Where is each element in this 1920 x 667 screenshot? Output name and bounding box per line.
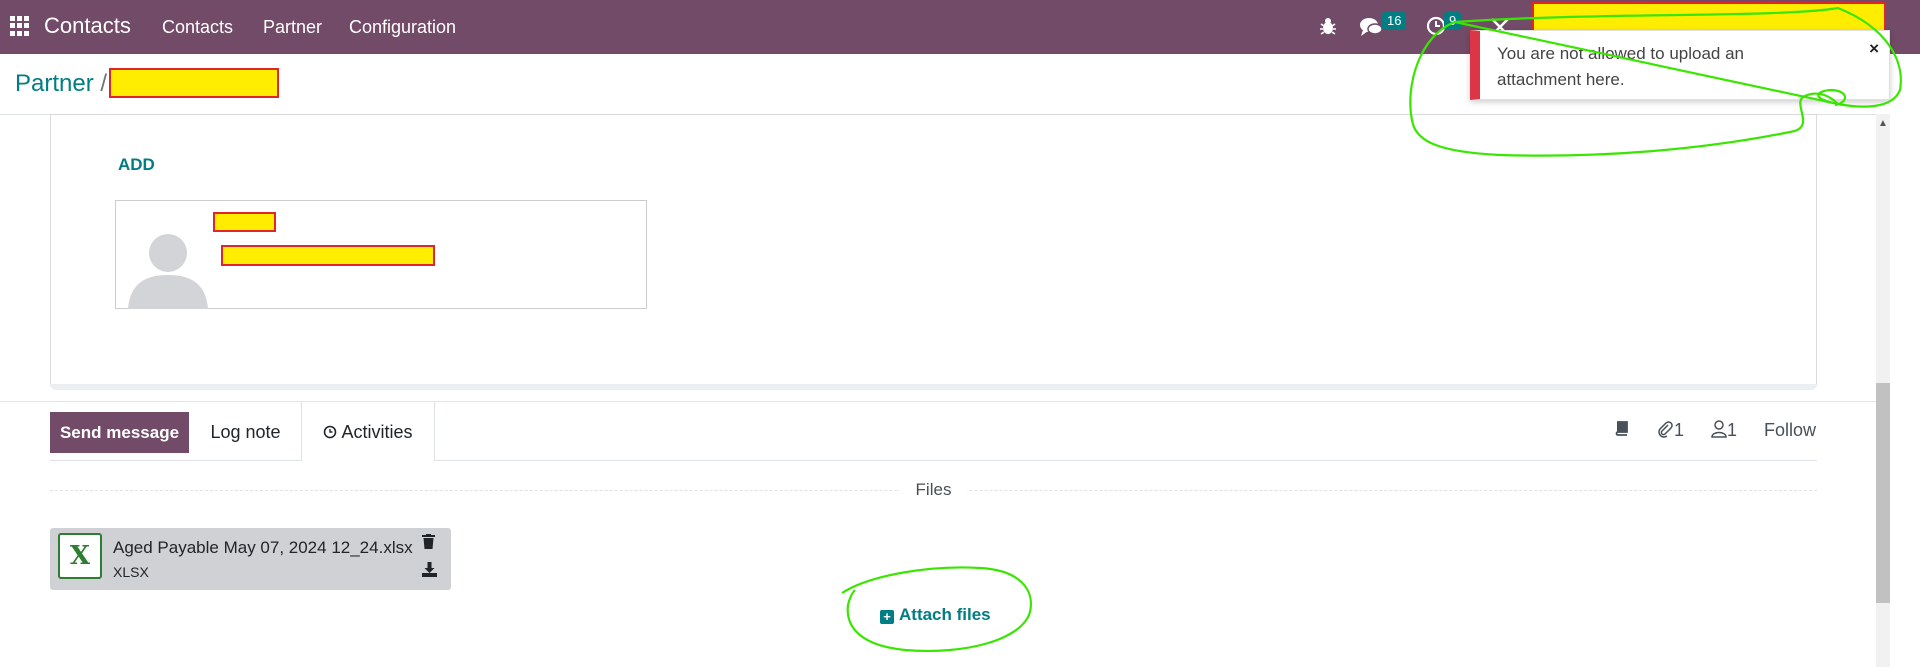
messages-count-badge: 16: [1382, 12, 1407, 30]
scroll-up-arrow-icon[interactable]: ▲: [1876, 118, 1890, 129]
add-contact-link[interactable]: ADD: [118, 155, 155, 175]
notification-message: You are not allowed to upload an attachm…: [1497, 44, 1745, 89]
apps-grid-icon[interactable]: [10, 16, 30, 36]
error-notification: You are not allowed to upload an attachm…: [1470, 30, 1890, 100]
files-section-title: Files: [0, 480, 1867, 500]
chatter-separator: [0, 401, 1880, 402]
breadcrumb-partner[interactable]: Partner: [15, 70, 94, 97]
clock-icon[interactable]: [1426, 16, 1446, 40]
xlsx-file-icon: X: [58, 533, 102, 579]
close-icon[interactable]: ×: [1869, 39, 1879, 59]
attachment-name[interactable]: Aged Payable May 07, 2024 12_24.xlsx: [113, 538, 413, 558]
clock-icon: [324, 425, 337, 439]
breadcrumb: Partner /: [15, 70, 107, 98]
download-icon[interactable]: [422, 562, 437, 581]
send-message-button[interactable]: Send message: [50, 412, 189, 453]
followers-count: 1: [1727, 420, 1738, 440]
redacted-record-name: [109, 68, 279, 98]
paperclip-icon: [1658, 421, 1673, 438]
breadcrumb-separator: /: [100, 70, 108, 97]
attachments-button[interactable]: 1: [1656, 420, 1684, 441]
trash-icon[interactable]: [422, 534, 435, 553]
follow-button[interactable]: Follow: [1764, 420, 1816, 441]
plus-square-icon: +: [880, 610, 894, 624]
redacted-contact-email: [221, 245, 435, 266]
chat-icon[interactable]: [1359, 16, 1383, 42]
files-title-label: Files: [899, 480, 968, 499]
menu-contacts[interactable]: Contacts: [162, 17, 233, 38]
chatter-topbar-line-left: [50, 460, 302, 461]
activities-count-badge: 9: [1444, 12, 1462, 30]
menu-configuration[interactable]: Configuration: [349, 17, 456, 38]
sheet-shadow: [50, 384, 1817, 390]
attach-files-label: Attach files: [899, 605, 991, 624]
activities-label: Activities: [341, 422, 413, 442]
avatar-placeholder-icon: [128, 234, 208, 309]
attachments-count: 1: [1674, 420, 1685, 440]
scrollbar-thumb[interactable]: [1876, 383, 1890, 603]
redacted-contact-name: [213, 212, 276, 232]
followers-button[interactable]: 1: [1711, 420, 1737, 441]
attachment-card[interactable]: X Aged Payable May 07, 2024 12_24.xlsx X…: [50, 528, 451, 590]
attach-files-button[interactable]: + Attach files: [880, 605, 991, 625]
menu-partner[interactable]: Partner: [263, 17, 322, 38]
user-icon: [1711, 420, 1727, 438]
activities-button[interactable]: Activities: [301, 402, 435, 461]
chatter-topbar-line: [435, 460, 1817, 461]
book-icon[interactable]: [1614, 420, 1630, 441]
log-note-button[interactable]: Log note: [189, 412, 302, 461]
attachment-extension: XLSX: [113, 564, 149, 580]
bug-icon[interactable]: [1318, 16, 1338, 40]
app-name[interactable]: Contacts: [44, 13, 131, 39]
